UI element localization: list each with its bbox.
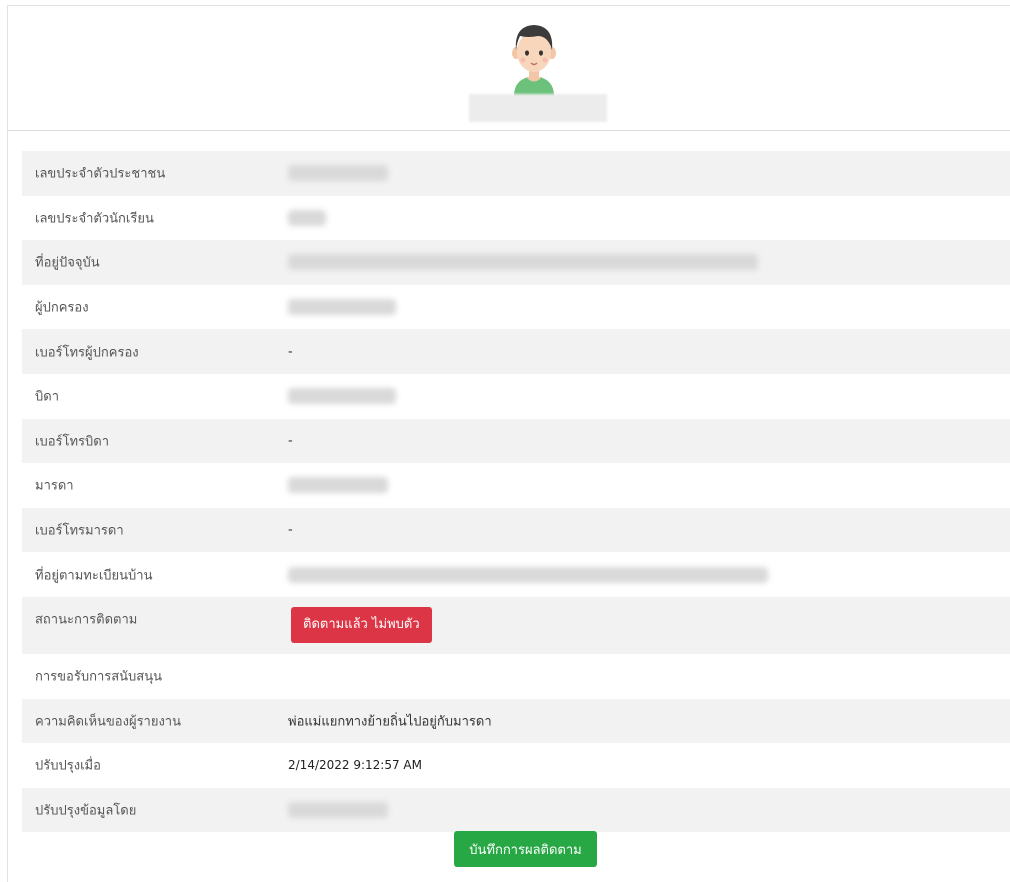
row-label: เบอร์โทรผู้ปกครอง xyxy=(35,345,139,361)
save-tracking-result-button[interactable]: บันทึกการผลติดตาม xyxy=(454,831,597,867)
row-label: ปรับปรุงข้อมูลโดย xyxy=(35,803,137,819)
row-guardian: ผู้ปกครอง xyxy=(22,285,1010,330)
row-updated-at: ปรับปรุงเมื่อ 2/14/2022 9:12:57 AM xyxy=(22,743,1010,788)
row-value: - xyxy=(288,344,293,360)
row-label: สถานะการติดตาม xyxy=(35,612,138,628)
redacted-value xyxy=(288,254,758,271)
row-tracking-status: สถานะการติดตาม ติดตามแล้ว ไม่พบตัว xyxy=(22,596,1010,654)
row-father-phone: เบอร์โทรบิดา - xyxy=(22,418,1010,464)
row-mother-phone: เบอร์โทรมารดา - xyxy=(22,507,1010,553)
redacted-value xyxy=(288,209,326,226)
student-info-table: เลขประจำตัวประชาชน เลขประจำตัวนักเรียน ท… xyxy=(22,151,1010,833)
student-avatar-icon xyxy=(512,25,556,96)
row-current-address: ที่อยู่ปัจจุบัน xyxy=(22,240,1010,285)
row-father: บิดา xyxy=(22,374,1010,419)
redacted-value xyxy=(288,299,396,316)
row-label: เบอร์โทรมารดา xyxy=(35,523,124,539)
tracking-status-button[interactable]: ติดตามแล้ว ไม่พบตัว xyxy=(291,607,432,644)
row-value: - xyxy=(288,522,293,538)
row-label: มารดา xyxy=(35,478,74,494)
row-label: ปรับปรุงเมื่อ xyxy=(35,758,101,774)
row-value: พ่อแม่แยกทางย้ายถิ่นไปอยู่กับมารดา xyxy=(288,714,492,730)
row-guardian-phone: เบอร์โทรผู้ปกครอง - xyxy=(22,329,1010,374)
row-updated-by: ปรับปรุงข้อมูลโดย xyxy=(22,787,1010,833)
redacted-value xyxy=(288,388,396,405)
row-label: การขอรับการสนับสนุน xyxy=(35,669,163,685)
row-label: เลขประจำตัวประชาชน xyxy=(35,166,166,182)
row-label: ความคิดเห็นของผู้รายงาน xyxy=(35,714,181,730)
row-reporter-comment: ความคิดเห็นของผู้รายงาน พ่อแม่แยกทางย้าย… xyxy=(22,698,1010,744)
redacted-value xyxy=(288,165,388,182)
row-label: ที่อยู่ตามทะเบียนบ้าน xyxy=(35,568,153,584)
row-label: เลขประจำตัวนักเรียน xyxy=(35,211,154,227)
row-registered-address: ที่อยู่ตามทะเบียนบ้าน xyxy=(22,552,1010,597)
row-value: 2/14/2022 9:12:57 AM xyxy=(288,758,422,773)
row-label: เบอร์โทรบิดา xyxy=(35,434,110,450)
row-student-id: เลขประจำตัวนักเรียน xyxy=(22,196,1010,241)
row-label: ผู้ปกครอง xyxy=(35,300,89,316)
row-label: บิดา xyxy=(35,389,59,405)
row-support-request: การขอรับการสนับสนุน xyxy=(22,654,1010,699)
student-name-redacted xyxy=(469,94,607,122)
row-value: - xyxy=(288,433,293,449)
profile-header xyxy=(8,6,1010,131)
redacted-value xyxy=(288,477,388,494)
row-mother: มารดา xyxy=(22,463,1010,508)
row-citizen-id: เลขประจำตัวประชาชน xyxy=(22,151,1010,196)
redacted-value xyxy=(288,802,388,819)
redacted-value xyxy=(288,566,768,583)
row-label: ที่อยู่ปัจจุบัน xyxy=(35,255,100,271)
